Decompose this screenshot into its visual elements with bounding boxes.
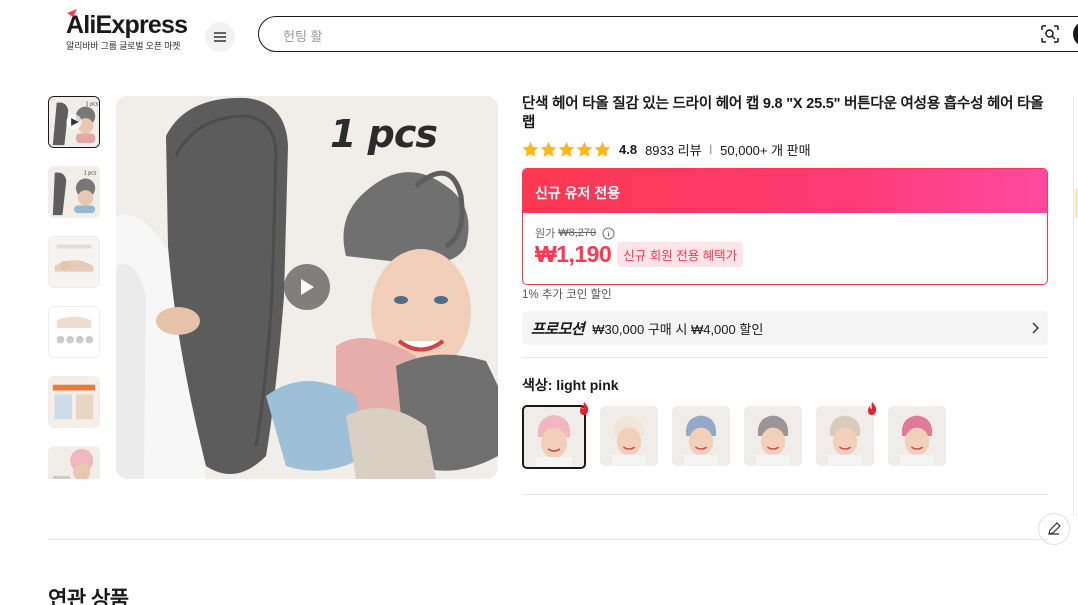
- svg-text:1 pcs: 1 pcs: [86, 102, 99, 108]
- swatch-image: [601, 408, 657, 465]
- rating-row: 4.8 8933 리뷰 | 50,000+ 개 판매: [522, 140, 811, 159]
- play-icon: [301, 279, 314, 295]
- star-icon: [594, 141, 611, 157]
- rating-stars[interactable]: [522, 141, 611, 158]
- color-swatch-rose[interactable]: [888, 406, 946, 466]
- review-count-link[interactable]: 8933 리뷰: [645, 140, 701, 159]
- section-divider: [48, 539, 1048, 540]
- color-label: 색상: light pink: [522, 377, 619, 393]
- original-price: ₩8,270: [558, 227, 597, 239]
- original-price-label: 원가: [535, 228, 556, 240]
- divider: [522, 494, 1048, 495]
- hamburger-icon: [214, 32, 226, 42]
- thumbnail-image[interactable]: 1 pcs: [48, 166, 100, 218]
- edit-feedback-button[interactable]: [1038, 513, 1070, 545]
- separator: |: [709, 144, 713, 155]
- color-swatch-blue[interactable]: [672, 406, 730, 466]
- price-row: ₩1,190 신규 회원 전용 혜택가: [535, 241, 744, 268]
- aliexpress-logo[interactable]: AliExpress 알리바바 그룹 글로벌 오픈 마켓: [66, 9, 188, 52]
- logo-star-icon: [67, 9, 77, 17]
- play-video-button[interactable]: [284, 264, 330, 310]
- svg-text:1 pcs: 1 pcs: [84, 171, 97, 177]
- menu-button[interactable]: [205, 22, 235, 52]
- search-bar[interactable]: 헌팅 활: [258, 16, 1078, 52]
- color-swatch-beige[interactable]: [600, 406, 658, 466]
- swatch-image: [673, 408, 729, 465]
- product-title: 단색 헤어 타올 질감 있는 드라이 헤어 캡 9.8 "X 25.5" 버튼다…: [522, 96, 1044, 131]
- swatch-image: [524, 407, 584, 467]
- original-price-row: 원가 ₩8,270: [535, 225, 615, 241]
- sold-count: 50,000+ 개 판매: [720, 143, 811, 158]
- star-icon: [522, 141, 539, 157]
- hot-flame-icon: [580, 402, 589, 415]
- star-icon: [576, 141, 593, 157]
- thumbnail-image[interactable]: [48, 376, 100, 428]
- chevron-right-icon: [1032, 322, 1039, 334]
- divider: [522, 357, 1048, 358]
- thumbnail-image[interactable]: [48, 306, 100, 358]
- search-input[interactable]: 헌팅 활: [283, 26, 323, 45]
- main-product-image[interactable]: 1 pcs: [116, 96, 498, 479]
- star-icon: [540, 141, 557, 157]
- color-swatch-light-pink[interactable]: [522, 405, 586, 469]
- promotion-bar[interactable]: 프로모션 ₩30,000 구매 시 ₩4,000 할인: [522, 311, 1048, 345]
- deal-header: 신규 유저 전용: [523, 169, 1047, 213]
- promotion-tag: 프로모션: [531, 320, 585, 338]
- thumbnail-image[interactable]: [48, 446, 100, 479]
- rating-value: 4.8: [619, 142, 638, 157]
- thumbnail-list: 1 pcs 1 pcs: [48, 96, 102, 479]
- right-panel-edge: [1073, 96, 1078, 516]
- hot-flame-icon: [868, 402, 877, 415]
- thumbnail-video[interactable]: 1 pcs: [48, 96, 100, 148]
- swatch-image: [745, 408, 801, 465]
- coin-discount-text: 1% 추가 코인 할인: [522, 289, 612, 301]
- new-user-deal-box: 신규 유저 전용 원가 ₩8,270 ₩1,190 신규 회원 전용 혜택가: [522, 168, 1048, 285]
- color-swatch-gray[interactable]: [744, 406, 802, 466]
- swatch-image: [817, 408, 873, 465]
- quantity-label: 1 pcs: [330, 112, 438, 156]
- logo-text: AliExpress: [66, 11, 188, 39]
- product-page: AliExpress 알리바바 그룹 글로벌 오픈 마켓 헌팅 활 1 pcs …: [0, 0, 1078, 605]
- search-button[interactable]: [1073, 21, 1078, 47]
- info-icon[interactable]: [602, 226, 615, 240]
- swatch-image: [889, 408, 945, 465]
- promotion-text: ₩30,000 구매 시 ₩4,000 할인: [592, 321, 764, 337]
- sale-price: ₩1,190: [535, 241, 612, 267]
- image-search-icon[interactable]: [1040, 24, 1060, 44]
- logo-subtitle: 알리바바 그룹 글로벌 오픈 마켓: [66, 41, 181, 51]
- star-icon: [558, 141, 575, 157]
- pencil-icon: [1048, 522, 1061, 535]
- member-price-badge: 신규 회원 전용 혜택가: [617, 242, 744, 267]
- thumbnail-image[interactable]: [48, 236, 100, 288]
- related-products-heading: 연관 상품: [48, 588, 129, 605]
